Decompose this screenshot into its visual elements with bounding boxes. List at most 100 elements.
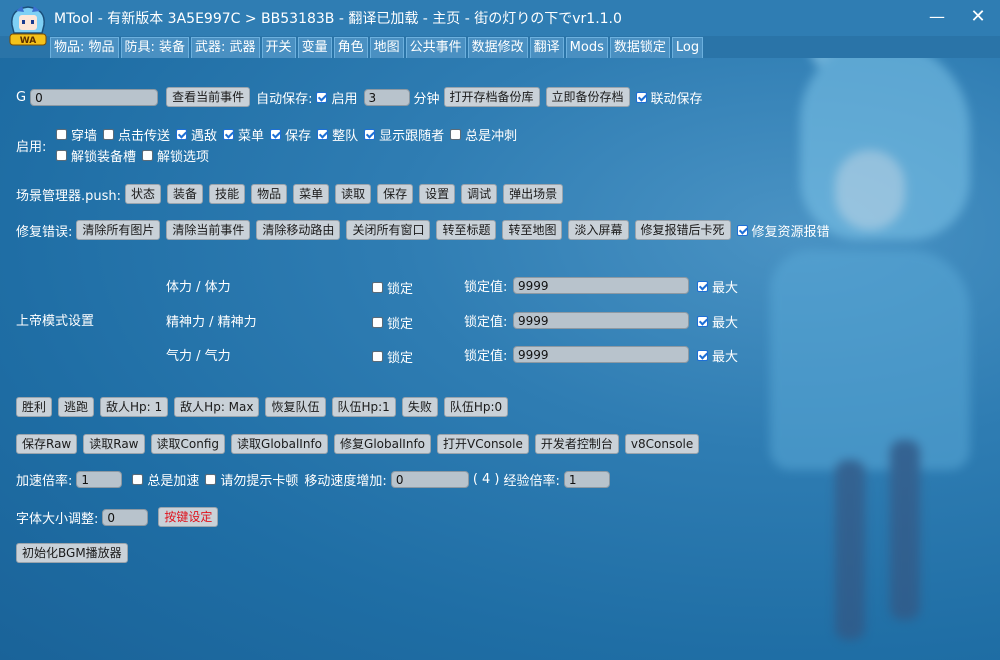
tool-button-5[interactable]: 打开VConsole: [437, 434, 529, 454]
tab-6[interactable]: 地图: [369, 37, 404, 58]
tool-button-6[interactable]: 开发者控制台: [534, 434, 619, 454]
scene-button-2[interactable]: 技能: [209, 184, 246, 204]
tab-1[interactable]: 防具: 装备: [120, 37, 190, 58]
close-button[interactable]: ✕: [963, 6, 993, 28]
stat-lock-value-input-1[interactable]: 9999: [513, 312, 689, 329]
stat-lock-check-0[interactable]: [372, 282, 383, 293]
fix-button-3[interactable]: 关闭所有窗口: [346, 220, 431, 240]
battle-button-0[interactable]: 胜利: [16, 397, 53, 417]
tab-2[interactable]: 武器: 武器: [191, 37, 260, 58]
resource-fix-check[interactable]: [736, 224, 748, 236]
no-lag-hint-check[interactable]: [205, 474, 217, 485]
exp-rate-input[interactable]: 1: [563, 471, 610, 488]
tab-7[interactable]: 公共事件: [405, 37, 466, 58]
tool-button-4[interactable]: 修复GlobalInfo: [334, 434, 432, 454]
always-speed-check[interactable]: [132, 474, 144, 485]
stat-lock-value-input-0[interactable]: 9999: [513, 277, 689, 294]
scene-button-9[interactable]: 弹出场景: [503, 184, 564, 204]
stat-lock-checkbox-1[interactable]: 锁定: [372, 313, 413, 332]
no-lag-hint-checkbox[interactable]: 请勿提示卡顿: [205, 470, 298, 489]
scene-button-8[interactable]: 调试: [461, 184, 498, 204]
init-bgm-button[interactable]: 初始化BGM播放器: [16, 543, 128, 563]
enable-option-check-2[interactable]: [176, 129, 188, 140]
autosave-minutes-input[interactable]: 3: [363, 88, 410, 106]
enable-option-check-7[interactable]: [450, 129, 462, 140]
stat-lock-checkbox-2[interactable]: 锁定: [372, 347, 413, 366]
tab-0[interactable]: 物品: 物品: [50, 37, 119, 58]
tool-button-3[interactable]: 读取GlobalInfo: [231, 434, 329, 454]
stat-max-checkbox-0[interactable]: 最大: [697, 277, 738, 296]
enable-option-checkbox-2[interactable]: 遇敌: [176, 125, 217, 144]
linked-save-check[interactable]: [635, 91, 647, 103]
fix-button-2[interactable]: 清除移动路由: [256, 220, 341, 240]
resource-fix-checkbox[interactable]: 修复资源报错: [736, 221, 830, 240]
tab-12[interactable]: Log: [671, 37, 704, 58]
enable-option-checkbox-3[interactable]: 菜单: [223, 125, 264, 144]
fix-button-6[interactable]: 淡入屏幕: [568, 220, 629, 240]
enable-option-check-1[interactable]: [103, 129, 115, 140]
tab-11[interactable]: 数据锁定: [609, 37, 670, 58]
enable-option-checkbox-5[interactable]: 整队: [317, 125, 358, 144]
battle-button-3[interactable]: 敌人Hp: Max: [174, 397, 260, 417]
stat-lock-checkbox-0[interactable]: 锁定: [372, 278, 413, 297]
fix-button-4[interactable]: 转至标题: [436, 220, 497, 240]
tool-button-0[interactable]: 保存Raw: [16, 434, 78, 454]
unlock-option-check-0[interactable]: [56, 150, 67, 161]
battle-button-6[interactable]: 失败: [401, 397, 438, 417]
battle-button-7[interactable]: 队伍Hp:0: [443, 397, 509, 417]
stat-max-checkbox-2[interactable]: 最大: [697, 346, 738, 365]
fix-button-7[interactable]: 修复报错后卡死: [634, 220, 731, 240]
tab-5[interactable]: 角色: [333, 37, 368, 58]
linked-save-checkbox[interactable]: 联动保存: [635, 88, 703, 107]
unlock-option-checkbox-0[interactable]: 解锁装备槽: [56, 146, 136, 165]
enable-option-check-5[interactable]: [317, 129, 329, 140]
tab-8[interactable]: 数据修改: [467, 37, 528, 58]
move-speed-input[interactable]: 0: [390, 471, 469, 488]
tab-9[interactable]: 翻译: [529, 37, 564, 58]
tool-button-1[interactable]: 读取Raw: [83, 434, 145, 454]
stat-max-check-1[interactable]: [697, 316, 708, 327]
keybind-button[interactable]: 按键设定: [158, 507, 219, 527]
unlock-option-checkbox-1[interactable]: 解锁选项: [142, 146, 209, 165]
scene-button-1[interactable]: 装备: [167, 184, 204, 204]
gold-input[interactable]: 0: [30, 88, 159, 106]
scene-button-6[interactable]: 保存: [377, 184, 414, 204]
scene-button-7[interactable]: 设置: [419, 184, 456, 204]
battle-button-2[interactable]: 敌人Hp: 1: [100, 397, 169, 417]
tab-3[interactable]: 开关: [261, 37, 296, 58]
autosave-enable-checkbox[interactable]: 启用: [316, 88, 358, 107]
minimize-button[interactable]: —: [922, 6, 952, 28]
stat-max-check-0[interactable]: [697, 281, 708, 292]
battle-button-1[interactable]: 逃跑: [58, 397, 95, 417]
enable-option-check-4[interactable]: [270, 129, 282, 140]
stat-max-checkbox-1[interactable]: 最大: [697, 312, 738, 331]
enable-option-checkbox-0[interactable]: 穿墙: [56, 125, 97, 144]
open-backup-button[interactable]: 打开存档备份库: [443, 87, 540, 107]
backup-now-button[interactable]: 立即备份存档: [545, 87, 630, 107]
fix-button-0[interactable]: 清除所有图片: [76, 220, 161, 240]
speed-input[interactable]: 1: [76, 471, 123, 488]
enable-option-checkbox-4[interactable]: 保存: [270, 125, 311, 144]
enable-option-checkbox-7[interactable]: 总是冲刺: [450, 125, 517, 144]
tool-button-2[interactable]: 读取Config: [150, 434, 226, 454]
battle-button-4[interactable]: 恢复队伍: [265, 397, 326, 417]
check-current-event-button[interactable]: 查看当前事件: [166, 87, 251, 107]
font-size-input[interactable]: 0: [102, 508, 149, 526]
always-speed-checkbox[interactable]: 总是加速: [132, 470, 199, 489]
fix-button-5[interactable]: 转至地图: [502, 220, 563, 240]
battle-button-5[interactable]: 队伍Hp:1: [331, 397, 396, 417]
stat-max-check-2[interactable]: [697, 350, 708, 361]
enable-option-checkbox-1[interactable]: 点击传送: [103, 125, 170, 144]
fix-button-1[interactable]: 清除当前事件: [166, 220, 251, 240]
scene-button-5[interactable]: 读取: [335, 184, 372, 204]
enable-option-checkbox-6[interactable]: 显示跟随者: [364, 125, 444, 144]
tab-4[interactable]: 变量: [297, 37, 332, 58]
stat-lock-value-input-2[interactable]: 9999: [513, 346, 689, 363]
unlock-option-check-1[interactable]: [142, 150, 154, 161]
stat-lock-check-1[interactable]: [372, 317, 383, 328]
enable-option-check-6[interactable]: [364, 129, 376, 140]
stat-lock-check-2[interactable]: [372, 351, 383, 362]
scene-button-3[interactable]: 物品: [251, 184, 288, 204]
autosave-enable-check[interactable]: [316, 91, 328, 103]
scene-button-4[interactable]: 菜单: [293, 184, 330, 204]
